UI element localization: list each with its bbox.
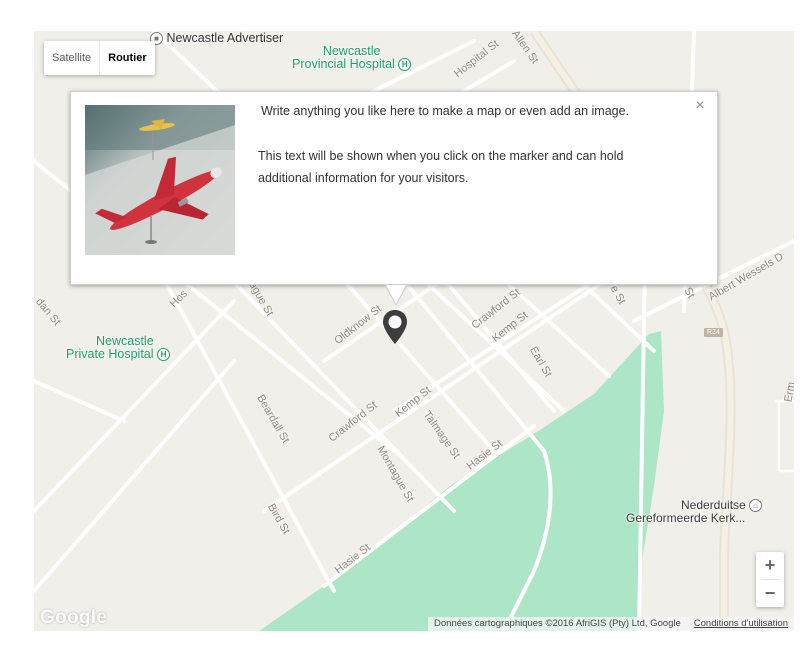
map-attribution: Données cartographiques ©2016 AfriGIS (P… — [428, 617, 794, 631]
hospital-icon: H — [157, 348, 171, 362]
map-pin-icon[interactable] — [382, 309, 408, 345]
satellite-button[interactable]: Satellite — [44, 41, 99, 75]
info-window-image — [85, 105, 235, 255]
terms-link[interactable]: Conditions d'utilisation — [694, 617, 788, 631]
route-shield: R34 — [704, 328, 723, 337]
poi-newcastle-advertiser[interactable]: ■ Newcastle Advertiser — [150, 31, 283, 46]
info-window-tail — [386, 285, 406, 304]
roadmap-button[interactable]: Routier — [99, 41, 155, 75]
map-type-control: Satellite Routier — [44, 41, 155, 75]
info-window: × Write anything you like here to make a… — [70, 91, 718, 306]
zoom-control: + − — [756, 552, 784, 607]
poi-provincial-hospital[interactable]: Newcastle Provincial Hospital H — [292, 45, 412, 72]
poi-private-hospital[interactable]: Newcastle Private Hospital H — [66, 335, 171, 362]
attribution-text: Données cartographiques ©2016 AfriGIS (P… — [434, 618, 681, 629]
info-window-text: This text will be shown when you click o… — [258, 149, 624, 185]
map-canvas[interactable]: Allen St Hospital St Oldknow St Crawford… — [34, 31, 794, 631]
zoom-out-button[interactable]: − — [756, 580, 784, 607]
zoom-in-button[interactable]: + — [756, 552, 784, 579]
church-icon: ⌂ — [749, 499, 763, 513]
info-window-heading: Write anything you like here to make a m… — [261, 104, 630, 118]
google-logo[interactable]: Google — [40, 607, 107, 629]
poi-church[interactable]: Nederduitse ⌂ Gereformeerde Kerk... — [626, 499, 763, 525]
hospital-icon: H — [398, 58, 412, 72]
close-icon[interactable]: × — [693, 98, 707, 114]
